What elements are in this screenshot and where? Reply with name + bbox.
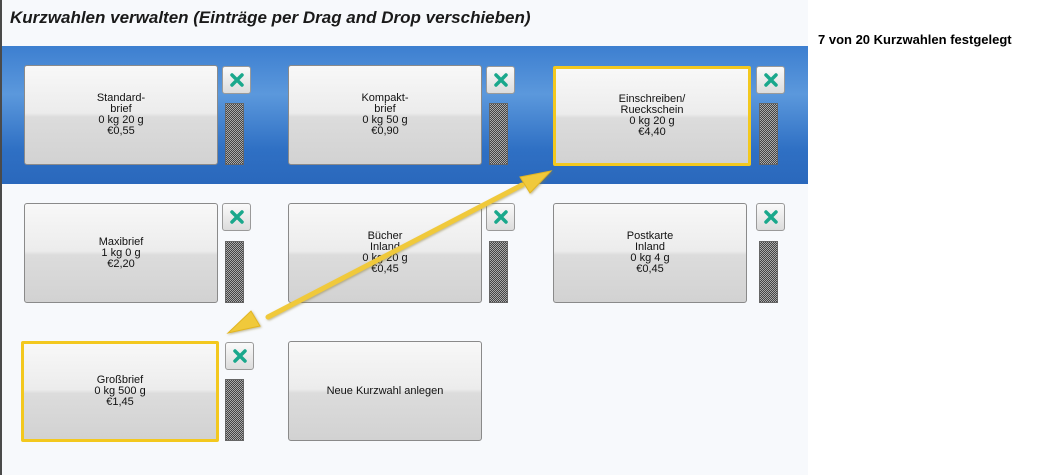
drag-grip-handle[interactable] xyxy=(489,241,508,303)
page-title: Kurzwahlen verwalten (Einträge per Drag … xyxy=(10,8,531,27)
tile-line: €0,45 xyxy=(371,263,399,275)
tile-line: €1,45 xyxy=(106,396,134,408)
drag-grip-handle[interactable] xyxy=(225,241,244,303)
drag-grip-handle[interactable] xyxy=(759,241,778,303)
delete-shortcut-button[interactable] xyxy=(225,342,254,370)
new-shortcut-label: Neue Kurzwahl anlegen xyxy=(326,384,444,397)
shortcut-tile-buecher-inland[interactable]: Bücher Inland 0 kg 20 g €0,45 xyxy=(288,203,482,303)
shortcut-tile-postkarte-inland[interactable]: Postkarte Inland 0 kg 4 g €0,45 xyxy=(553,203,747,303)
new-shortcut-button[interactable]: Neue Kurzwahl anlegen xyxy=(288,341,482,441)
delete-shortcut-button[interactable] xyxy=(222,203,251,231)
delete-x-icon xyxy=(493,73,508,87)
delete-x-icon xyxy=(763,210,778,224)
tile-line: €0,90 xyxy=(371,125,399,137)
delete-x-icon xyxy=(229,210,244,224)
delete-shortcut-button[interactable] xyxy=(486,203,515,231)
delete-shortcut-button[interactable] xyxy=(756,66,785,94)
shortcut-tile-grossbrief[interactable]: Großbrief 0 kg 500 g €1,45 xyxy=(21,341,219,442)
shortcut-tile-maxibrief[interactable]: Maxibrief 1 kg 0 g €2,20 xyxy=(24,203,218,303)
delete-shortcut-button[interactable] xyxy=(486,66,515,94)
tile-line: Maxibrief xyxy=(98,235,144,248)
delete-x-icon xyxy=(493,210,508,224)
delete-x-icon xyxy=(229,73,244,87)
delete-x-icon xyxy=(763,73,778,87)
tile-line: €0,55 xyxy=(107,125,135,137)
tile-line: 1 kg 0 g xyxy=(101,246,141,259)
delete-shortcut-button[interactable] xyxy=(222,66,251,94)
delete-x-icon xyxy=(232,349,247,363)
delete-shortcut-button[interactable] xyxy=(756,203,785,231)
drag-grip-handle[interactable] xyxy=(225,379,244,441)
shortcut-tile-kompaktbrief[interactable]: Kompakt- brief 0 kg 50 g €0,90 xyxy=(288,65,482,165)
tile-line: €0,45 xyxy=(636,263,664,275)
tile-line: €4,40 xyxy=(638,126,666,138)
tile-line: €2,20 xyxy=(107,257,135,270)
drag-grip-handle[interactable] xyxy=(759,103,778,165)
drag-grip-handle[interactable] xyxy=(225,103,244,165)
shortcut-tile-einschreiben[interactable]: Einschreiben/ Rueckschein 0 kg 20 g €4,4… xyxy=(553,66,751,166)
shortcut-count-label: 7 von 20 Kurzwahlen festgelegt xyxy=(818,32,1012,47)
drag-grip-handle[interactable] xyxy=(489,103,508,165)
shortcut-tile-standardbrief[interactable]: Standard- brief 0 kg 20 g €0,55 xyxy=(24,65,218,165)
